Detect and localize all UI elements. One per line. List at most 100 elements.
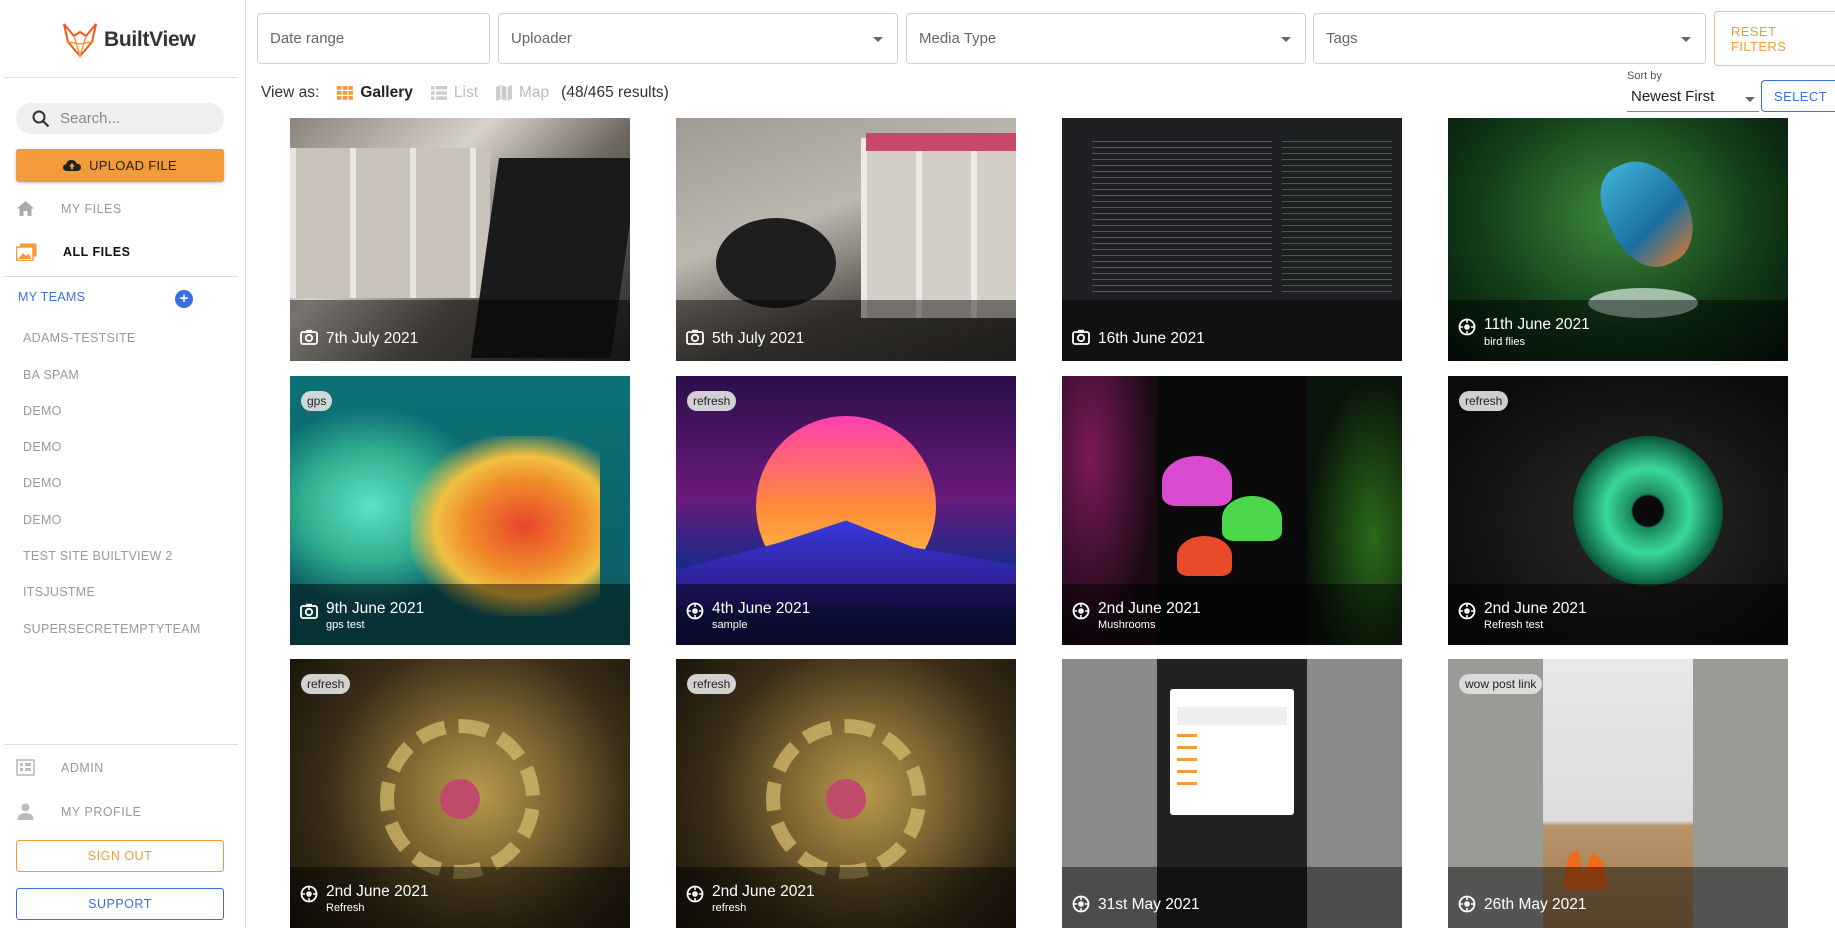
team-item[interactable]: DEMO	[23, 404, 62, 418]
view-list-option[interactable]: List	[430, 84, 478, 102]
nav-label: ALL FILES	[63, 245, 131, 259]
reset-filters-button[interactable]: RESET FILTERS	[1714, 11, 1835, 66]
sort-value: Newest First	[1631, 88, 1715, 105]
camera-icon	[686, 329, 704, 345]
camera-upload-icon	[686, 602, 704, 620]
tile-date: 9th June 2021	[326, 600, 425, 617]
chevron-down-icon	[1681, 37, 1691, 42]
gallery-grid-icon	[337, 86, 354, 100]
cloud-upload-icon	[63, 160, 82, 171]
team-item[interactable]: DEMO	[23, 476, 62, 490]
team-item[interactable]: ITSJUSTME	[23, 585, 95, 599]
app-name: BuiltView	[104, 28, 196, 51]
team-item[interactable]: SUPERSECRETEMPTYTEAM	[23, 622, 201, 636]
list-icon	[430, 86, 447, 100]
nav-label: ADMIN	[61, 760, 104, 775]
nav-all-files[interactable]: ALL FILES	[16, 243, 130, 261]
gallery-tile[interactable]: refresh 2nd June 2021 Refresh test	[1448, 376, 1788, 645]
tile-date: 26th May 2021	[1484, 896, 1587, 913]
view-as-label: View as:	[261, 84, 320, 101]
add-team-button[interactable]: +	[175, 290, 193, 308]
camera-upload-icon	[1458, 602, 1476, 620]
gallery-tile[interactable]: 31st May 2021	[1062, 659, 1402, 928]
tag-badge: refresh	[301, 674, 351, 694]
admin-grid-icon	[16, 759, 35, 776]
tile-caption: bird flies	[1484, 336, 1525, 348]
gallery-tile[interactable]: 11th June 2021 bird flies	[1448, 118, 1788, 361]
date-range-field[interactable]: Date range	[257, 13, 490, 64]
tile-date: 31st May 2021	[1098, 896, 1200, 913]
tag-badge: refresh	[687, 391, 737, 411]
fox-logo-icon	[63, 23, 97, 58]
builtview-logo[interactable]: BuiltView	[60, 22, 196, 58]
divider	[4, 744, 238, 745]
camera-icon	[1072, 329, 1090, 345]
select-button[interactable]: SELECT	[1761, 80, 1835, 112]
sign-out-button[interactable]: SIGN OUT	[16, 840, 224, 872]
gallery-tile[interactable]: wow post link 26th May 2021	[1448, 659, 1788, 928]
gallery-tile[interactable]: 7th July 2021	[290, 118, 630, 361]
camera-upload-icon	[686, 885, 704, 903]
tile-caption: refresh	[712, 902, 747, 914]
team-item[interactable]: ADAMS-TESTSITE	[23, 331, 136, 345]
results-count: (48/465 results)	[561, 84, 669, 101]
tile-caption: gps test	[326, 619, 365, 631]
tag-badge: refresh	[1459, 391, 1509, 411]
gallery-tile[interactable]: 2nd June 2021 Mushrooms	[1062, 376, 1402, 645]
media-type-label: Media Type	[919, 30, 997, 47]
uploader-select[interactable]: Uploader	[498, 13, 898, 64]
camera-upload-icon	[1072, 895, 1090, 913]
gallery-tile[interactable]: gps 9th June 2021 gps test	[290, 376, 630, 645]
view-gallery-option[interactable]: Gallery	[337, 84, 413, 102]
nav-my-profile[interactable]: MY PROFILE	[16, 803, 141, 820]
camera-upload-icon	[1072, 602, 1090, 620]
media-type-select[interactable]: Media Type	[906, 13, 1306, 64]
team-item[interactable]: TEST SITE BUILTVIEW 2	[23, 549, 173, 563]
gallery-tile[interactable]: 16th June 2021	[1062, 118, 1402, 361]
tag-badge: gps	[301, 391, 333, 411]
images-icon	[16, 243, 37, 261]
tile-date: 2nd June 2021	[1098, 600, 1201, 617]
tile-date: 2nd June 2021	[1484, 600, 1587, 617]
nav-admin[interactable]: ADMIN	[16, 759, 104, 776]
sidebar: BuiltView Search... UPLOAD FILE MY FILES…	[0, 0, 246, 928]
view-option-label: Map	[519, 84, 550, 101]
chevron-down-icon	[1745, 97, 1755, 102]
search-icon	[32, 110, 50, 127]
nav-label: MY FILES	[61, 201, 122, 216]
tile-date: 2nd June 2021	[326, 883, 429, 900]
search-input[interactable]: Search...	[16, 103, 224, 134]
uploader-label: Uploader	[511, 30, 572, 47]
tile-date: 16th June 2021	[1098, 330, 1205, 347]
team-item[interactable]: DEMO	[23, 440, 62, 454]
gallery-tile[interactable]: refresh 4th June 2021 sample	[676, 376, 1016, 645]
tile-caption: Refresh	[326, 902, 365, 914]
home-icon	[17, 201, 34, 216]
tile-date: 2nd June 2021	[712, 883, 815, 900]
tags-label: Tags	[1326, 30, 1358, 47]
gallery-tile[interactable]: refresh 2nd June 2021 Refresh	[290, 659, 630, 928]
nav-label: MY PROFILE	[61, 804, 142, 819]
tile-caption: Mushrooms	[1098, 619, 1156, 631]
gallery-tile[interactable]: 5th July 2021	[676, 118, 1016, 361]
view-option-label: List	[453, 84, 478, 101]
tag-badge: refresh	[687, 674, 737, 694]
support-button[interactable]: SUPPORT	[16, 888, 224, 920]
view-option-label: Gallery	[360, 84, 413, 101]
search-placeholder: Search...	[60, 110, 121, 127]
tags-select[interactable]: Tags	[1313, 13, 1706, 64]
nav-my-files[interactable]: MY FILES	[16, 200, 122, 217]
upload-file-button[interactable]: UPLOAD FILE	[16, 149, 224, 182]
tag-badge: wow post link	[1459, 674, 1543, 694]
person-icon	[17, 803, 34, 820]
view-map-option[interactable]: Map	[496, 84, 549, 102]
team-item[interactable]: DEMO	[23, 513, 62, 527]
camera-icon	[300, 603, 318, 619]
divider	[4, 276, 238, 277]
tile-caption: Refresh test	[1484, 619, 1544, 631]
gallery-tile[interactable]: refresh 2nd June 2021 refresh	[676, 659, 1016, 928]
sort-select[interactable]: Newest First	[1627, 86, 1759, 112]
my-teams-header: MY TEAMS	[18, 290, 86, 304]
team-item[interactable]: BA SPAM	[23, 368, 79, 382]
chevron-down-icon	[873, 37, 883, 42]
